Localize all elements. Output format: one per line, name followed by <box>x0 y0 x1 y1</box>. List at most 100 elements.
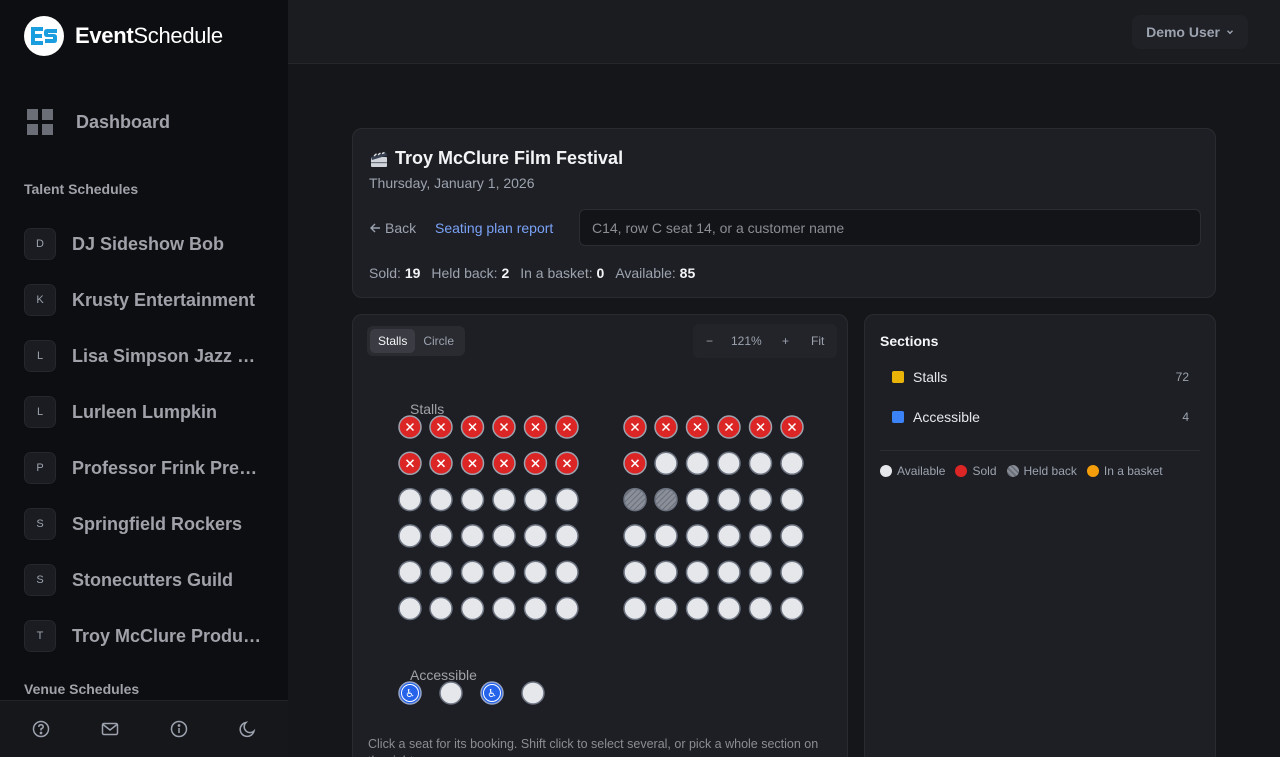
seat-available[interactable] <box>492 524 516 548</box>
seat-available[interactable] <box>748 524 773 548</box>
seat-available[interactable] <box>654 524 678 548</box>
help-icon[interactable] <box>29 717 53 741</box>
mail-icon[interactable] <box>98 717 122 741</box>
zoom-in-button[interactable]: + <box>782 334 789 348</box>
seat-available[interactable] <box>460 487 485 512</box>
seat-map[interactable]: Stalls Accessible ♿ ♿ <box>353 315 848 757</box>
seat-sold[interactable] <box>523 451 548 476</box>
talent-item[interactable]: L Lurleen Lumpkin <box>24 384 264 440</box>
seat-sold[interactable] <box>460 415 485 439</box>
seat-available[interactable] <box>523 524 548 548</box>
seat-available[interactable] <box>780 596 804 621</box>
seat-available[interactable] <box>521 681 545 705</box>
seat-available[interactable] <box>523 560 548 584</box>
seat-available[interactable] <box>429 524 453 548</box>
seat-available[interactable] <box>492 487 516 512</box>
seat-sold[interactable] <box>654 415 678 439</box>
talent-item[interactable]: S Stonecutters Guild <box>24 552 264 608</box>
seat-sold-wheelchair[interactable]: ♿ <box>480 681 504 705</box>
seat-available[interactable] <box>460 596 485 621</box>
seat-sold[interactable] <box>555 415 579 439</box>
seat-sold[interactable] <box>429 451 453 476</box>
seat-available[interactable] <box>717 451 741 476</box>
seat-available[interactable] <box>429 560 453 584</box>
seat-available[interactable] <box>717 524 741 548</box>
seat-available[interactable] <box>460 524 485 548</box>
seat-sold[interactable] <box>623 415 647 439</box>
seat-sold[interactable] <box>523 415 548 439</box>
moon-icon[interactable] <box>236 717 260 741</box>
seat-sold[interactable] <box>717 415 741 439</box>
seat-available[interactable] <box>460 560 485 584</box>
seat-sold[interactable] <box>429 415 453 439</box>
seat-sold[interactable] <box>398 451 422 476</box>
seat-available[interactable] <box>717 487 741 512</box>
seat-available[interactable] <box>685 560 710 584</box>
seat-available[interactable] <box>748 596 773 621</box>
seat-sold[interactable] <box>460 451 485 476</box>
zoom-out-button[interactable]: − <box>706 334 713 348</box>
seat-available[interactable] <box>748 451 773 476</box>
seat-available[interactable] <box>748 487 773 512</box>
seat-available[interactable] <box>685 596 710 621</box>
talent-item[interactable]: P Professor Frink Presents <box>24 440 264 496</box>
app-logo[interactable]: EventSchedule <box>24 16 223 56</box>
talent-item[interactable]: S Springfield Rockers <box>24 496 264 552</box>
seat-available[interactable] <box>429 487 453 512</box>
seat-sold[interactable] <box>623 451 647 476</box>
seat-sold[interactable] <box>748 415 773 439</box>
seat-sold[interactable] <box>685 415 710 439</box>
seat-available[interactable] <box>623 560 647 584</box>
seat-sold[interactable] <box>780 415 804 439</box>
seat-search-input[interactable] <box>579 209 1201 246</box>
seat-available[interactable] <box>523 487 548 512</box>
seat-available[interactable] <box>780 560 804 584</box>
seat-available[interactable] <box>780 451 804 476</box>
seat-available[interactable] <box>555 560 579 584</box>
nav-dashboard[interactable]: Dashboard <box>24 106 170 138</box>
seat-available[interactable] <box>492 596 516 621</box>
talent-item[interactable]: T Troy McClure Productions <box>24 608 264 664</box>
seat-available[interactable] <box>780 487 804 512</box>
seat-available[interactable] <box>685 487 710 512</box>
seat-available[interactable] <box>748 560 773 584</box>
seat-available[interactable] <box>654 451 678 476</box>
user-menu-button[interactable]: Demo User <box>1132 15 1248 49</box>
seat-available[interactable] <box>654 596 678 621</box>
seat-available[interactable] <box>685 524 710 548</box>
seat-available[interactable] <box>555 524 579 548</box>
seat-available[interactable] <box>492 560 516 584</box>
seat-available[interactable] <box>398 524 422 548</box>
seat-sold-wheelchair[interactable]: ♿ <box>398 681 422 705</box>
fit-button[interactable]: Fit <box>811 334 824 348</box>
tab-circle[interactable]: Circle <box>415 329 462 353</box>
seat-held[interactable] <box>654 487 678 512</box>
seat-available[interactable] <box>717 560 741 584</box>
seat-sold[interactable] <box>492 415 516 439</box>
section-row-stalls[interactable]: Stalls 72 <box>892 369 1189 385</box>
back-link[interactable]: Back <box>369 220 416 236</box>
seat-available[interactable] <box>523 596 548 621</box>
seat-available[interactable] <box>780 524 804 548</box>
seat-available[interactable] <box>398 560 422 584</box>
seat-available[interactable] <box>685 451 710 476</box>
seat-available[interactable] <box>439 681 463 705</box>
talent-item[interactable]: D DJ Sideshow Bob <box>24 216 264 272</box>
seat-sold[interactable] <box>398 415 422 439</box>
talent-item[interactable]: L Lisa Simpson Jazz Quartet <box>24 328 264 384</box>
seat-available[interactable] <box>555 487 579 512</box>
section-row-accessible[interactable]: Accessible 4 <box>892 409 1189 425</box>
seat-available[interactable] <box>429 596 453 621</box>
seat-available[interactable] <box>623 524 647 548</box>
seat-available[interactable] <box>717 596 741 621</box>
seating-plan-report-link[interactable]: Seating plan report <box>435 220 553 236</box>
seat-available[interactable] <box>623 596 647 621</box>
seat-sold[interactable] <box>492 451 516 476</box>
seat-sold[interactable] <box>555 451 579 476</box>
seat-available[interactable] <box>654 560 678 584</box>
seat-available[interactable] <box>398 487 422 512</box>
talent-item[interactable]: K Krusty Entertainment <box>24 272 264 328</box>
seat-available[interactable] <box>398 596 422 621</box>
seat-held[interactable] <box>623 487 647 512</box>
info-icon[interactable] <box>167 717 191 741</box>
